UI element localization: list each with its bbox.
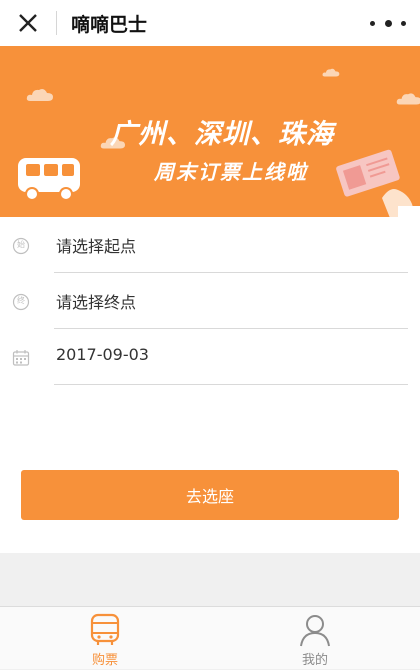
cloud-icon	[396, 93, 420, 105]
user-icon	[300, 615, 330, 647]
title-bar: 嘀嘀巴士	[0, 0, 420, 46]
calendar-icon	[12, 350, 30, 366]
promo-banner[interactable]: 广州、深圳、珠海 周末订票上线啦	[0, 46, 420, 217]
more-dot	[384, 19, 392, 27]
cloud-icon	[26, 89, 53, 101]
close-icon	[19, 14, 37, 32]
tab-label: 我的	[301, 653, 328, 668]
tab-buy-ticket[interactable]: 购票	[0, 607, 210, 670]
more-dot	[370, 20, 375, 26]
cloud-icon	[322, 68, 340, 77]
more-button[interactable]	[370, 13, 406, 33]
title-divider	[56, 11, 57, 35]
destination-row[interactable]: 终 请选择终点	[0, 273, 420, 329]
booking-form: 始 请选择起点 终 请选择终点 2017-09-03 去选座	[0, 217, 420, 553]
origin-input[interactable]: 请选择起点	[56, 233, 136, 257]
ticket-illustration	[336, 149, 420, 217]
bus-icon	[90, 613, 120, 645]
banner-title: 广州、深圳、珠海	[110, 119, 334, 150]
tab-mine[interactable]: 我的	[210, 607, 420, 670]
select-seat-button[interactable]: 去选座	[21, 470, 399, 520]
page-title: 嘀嘀巴士	[71, 13, 148, 36]
origin-row[interactable]: 始 请选择起点	[0, 217, 420, 273]
tab-label: 购票	[91, 653, 118, 668]
destination-badge-text: 终	[17, 296, 25, 305]
more-dot	[401, 20, 406, 26]
tab-bar: 购票 我的	[0, 606, 420, 669]
bus-illustration	[18, 158, 80, 201]
divider	[54, 384, 408, 385]
date-row[interactable]: 2017-09-03	[0, 329, 420, 385]
destination-input[interactable]: 请选择终点	[56, 289, 136, 313]
origin-badge-text: 始	[17, 240, 25, 249]
date-input[interactable]: 2017-09-03	[56, 345, 149, 364]
banner-subtitle: 周末订票上线啦	[154, 160, 308, 184]
close-button[interactable]	[0, 0, 56, 46]
